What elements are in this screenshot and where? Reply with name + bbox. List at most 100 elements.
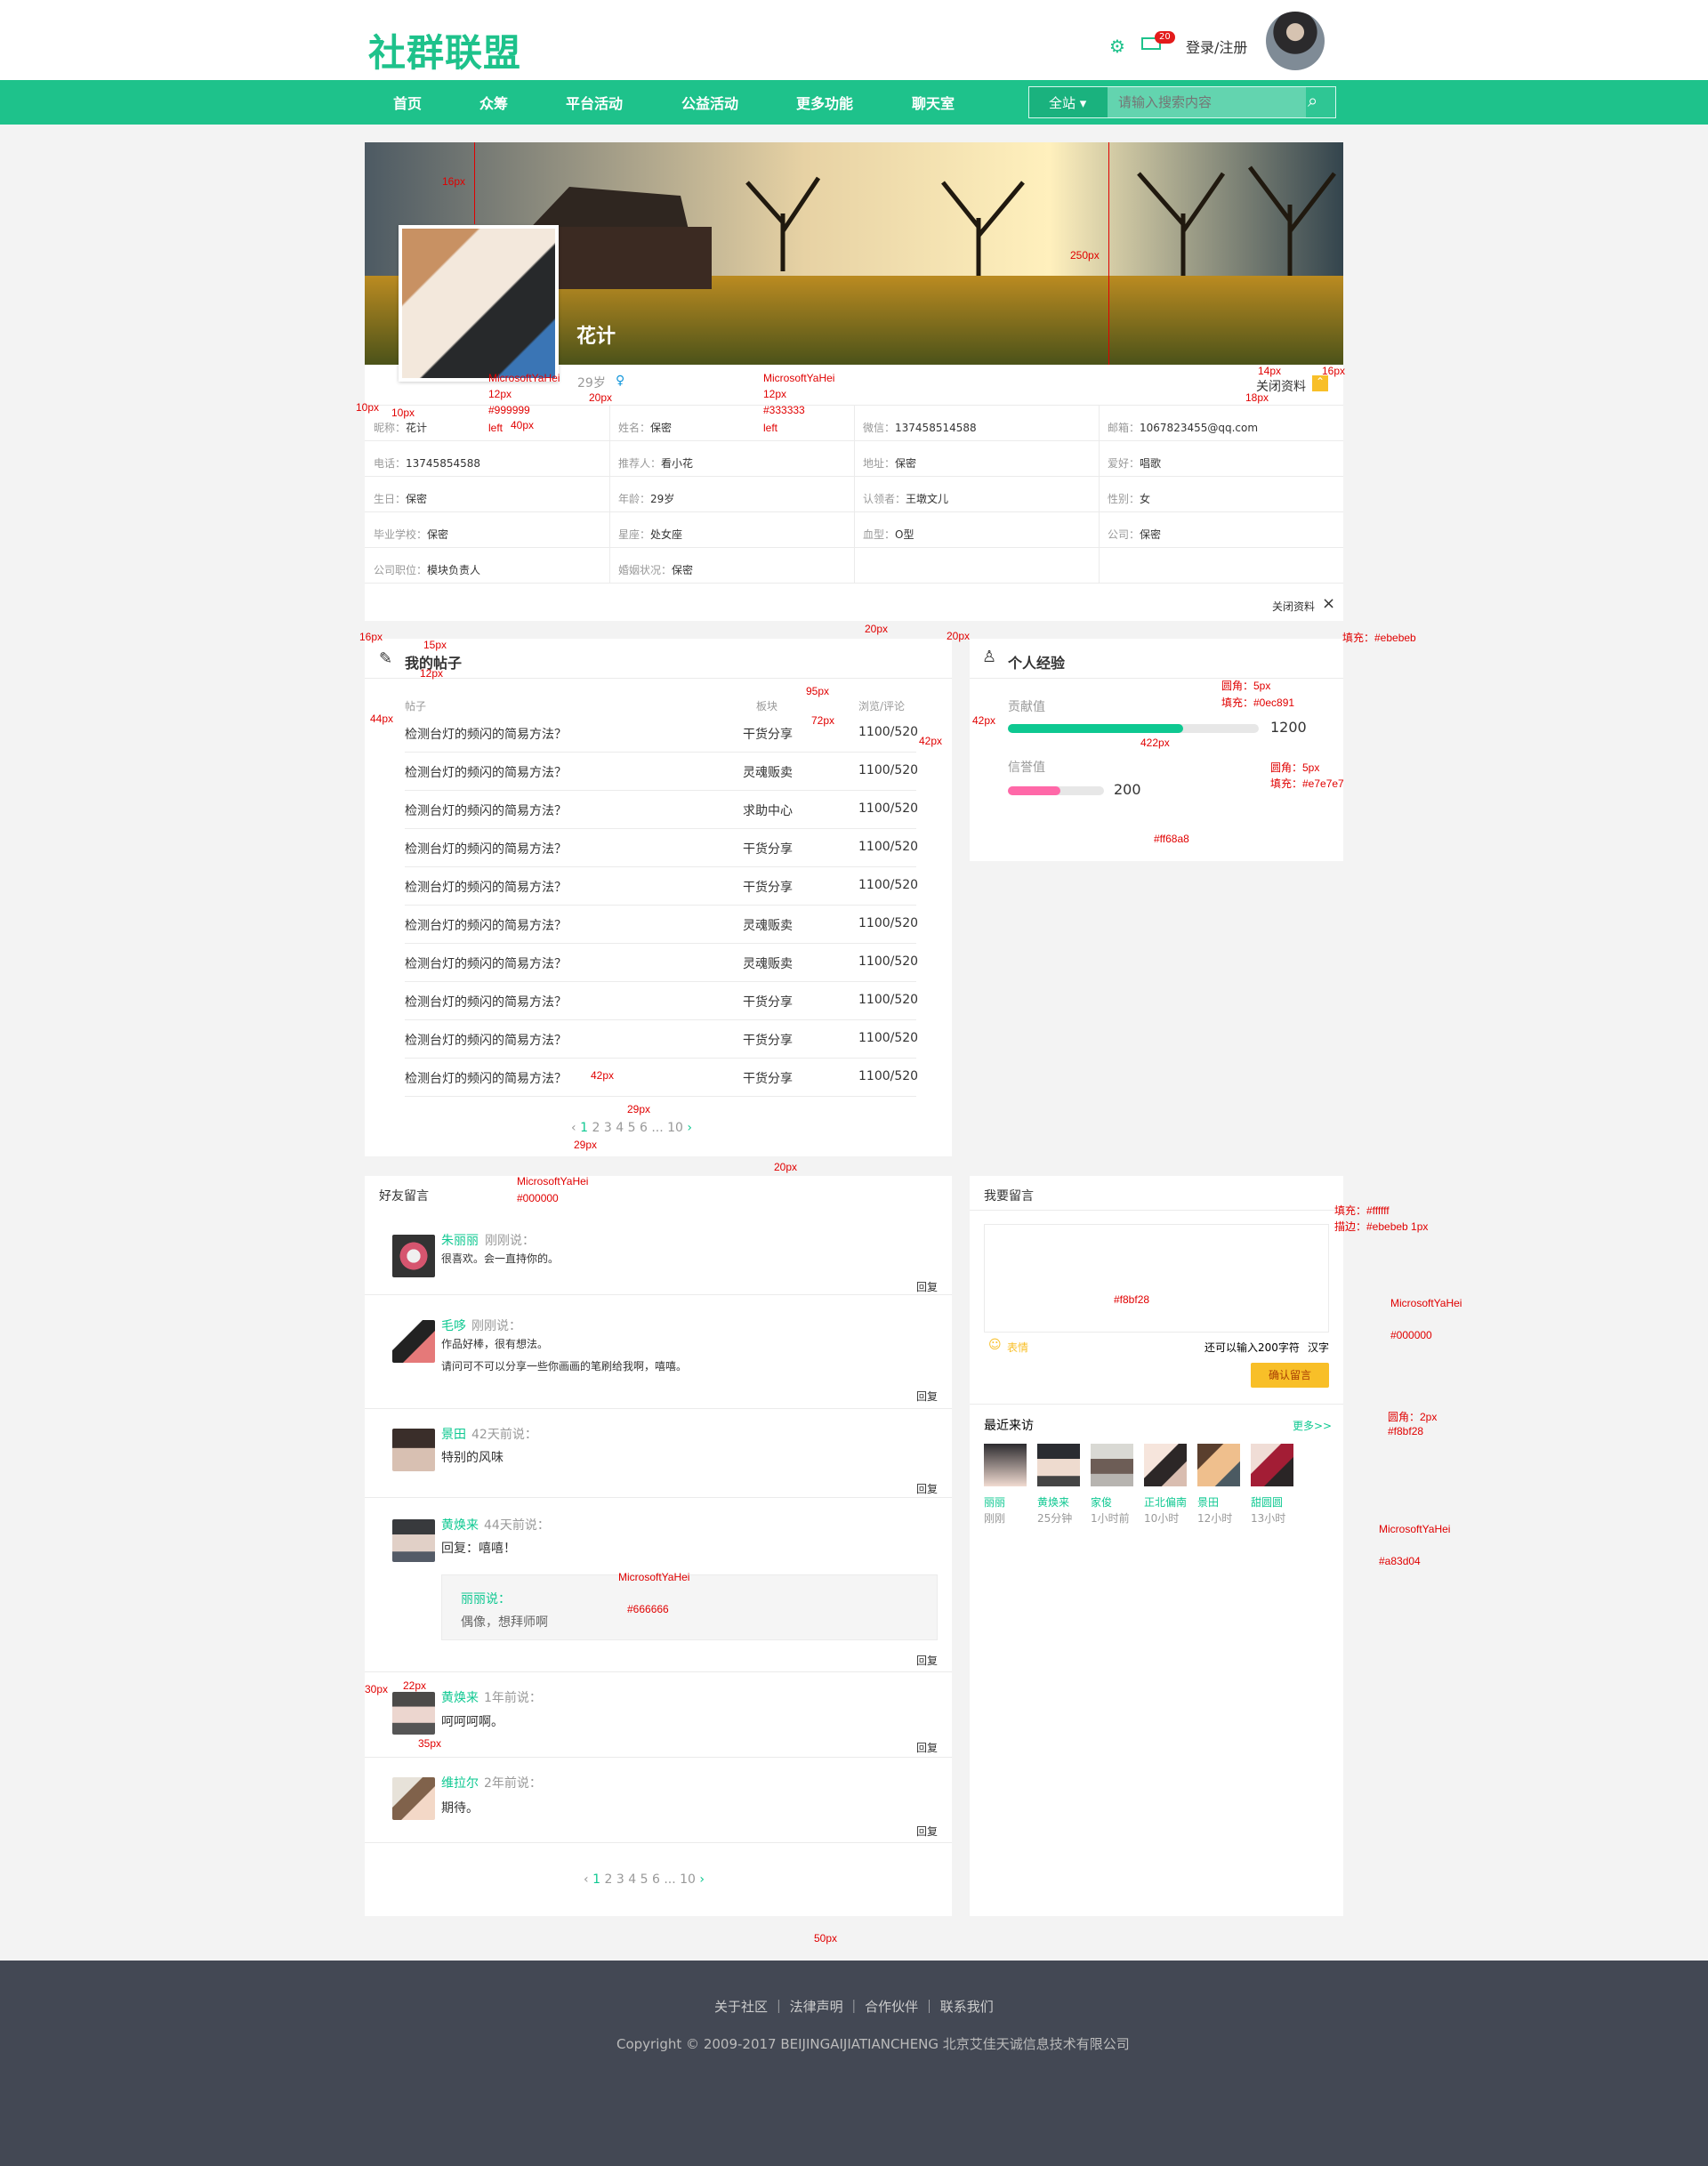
message-time: 刚刚说： bbox=[471, 1319, 521, 1333]
visitor-name[interactable]: 丽丽 bbox=[984, 1494, 1005, 1510]
post-row[interactable]: 检测台灯的频闪的简易方法？ 灵魂贩卖 1100/520 bbox=[405, 906, 918, 944]
reply-button[interactable]: 回复 bbox=[916, 1481, 938, 1496]
post-row[interactable]: 检测台灯的频闪的简易方法？ 干货分享 1100/520 bbox=[405, 714, 918, 753]
profile-age: 29岁 bbox=[577, 376, 606, 391]
user-avatar[interactable] bbox=[1266, 12, 1325, 70]
message-avatar[interactable] bbox=[392, 1777, 435, 1820]
info-label: 性别：女 bbox=[1108, 493, 1151, 505]
post-row[interactable]: 检测台灯的频闪的简易方法？ 灵魂贩卖 1100/520 bbox=[405, 753, 918, 791]
contribution-fill bbox=[1008, 724, 1183, 733]
nav-home[interactable]: 首页 bbox=[393, 92, 422, 113]
info-label: 生日：保密 bbox=[374, 493, 428, 505]
post-row[interactable]: 检测台灯的频闪的简易方法？ 求助中心 1100/520 bbox=[405, 791, 918, 829]
search-scope-select[interactable]: 全站 ▾ bbox=[1029, 87, 1108, 117]
message-author[interactable]: 维拉尔 bbox=[441, 1774, 479, 1792]
message-item bbox=[365, 1295, 952, 1409]
visitor-avatar[interactable] bbox=[984, 1444, 1027, 1486]
spacing-annotation: 35px bbox=[418, 1737, 442, 1750]
post-row[interactable]: 检测台灯的频闪的简易方法？ 干货分享 1100/520 bbox=[405, 829, 918, 867]
reply-button[interactable]: 回复 bbox=[916, 1279, 938, 1294]
footer-link-legal[interactable]: 法律声明 bbox=[790, 1999, 843, 2015]
message-author[interactable]: 朱丽丽 bbox=[441, 1231, 479, 1249]
visitor-avatar[interactable] bbox=[1144, 1444, 1187, 1486]
message-author[interactable]: 毛哆 bbox=[441, 1317, 466, 1334]
visitor-avatar[interactable] bbox=[1091, 1444, 1133, 1486]
more-visitors-link[interactable]: 更多>> bbox=[1293, 1418, 1332, 1433]
radius-annotation: 圆角：5px bbox=[1270, 761, 1320, 774]
spacing-annotation: 29px bbox=[574, 1139, 598, 1151]
reply-button[interactable]: 回复 bbox=[916, 1740, 938, 1755]
reply-button[interactable]: 回复 bbox=[916, 1653, 938, 1668]
nav-chat-room[interactable]: 聊天室 bbox=[912, 92, 955, 113]
reply-button[interactable]: 回复 bbox=[916, 1389, 938, 1404]
spacing-annotation: 422px bbox=[1140, 737, 1170, 749]
search-input[interactable] bbox=[1108, 87, 1306, 117]
font-size-annotation: 12px bbox=[488, 388, 512, 400]
message-text: 作品好棒，很有想法。 bbox=[441, 1338, 549, 1350]
visitor-time: 10小时 bbox=[1144, 1512, 1180, 1525]
post-row[interactable]: 检测台灯的频闪的简易方法？ 干货分享 1100/520 bbox=[405, 982, 918, 1020]
visitor-name[interactable]: 黄焕来 bbox=[1037, 1494, 1069, 1510]
info-label: 电话：13745854588 bbox=[374, 457, 480, 470]
character-counter: 还可以输入200字符 bbox=[1204, 1341, 1300, 1354]
visitor-avatar[interactable] bbox=[1251, 1444, 1293, 1486]
nav-platform-activities[interactable]: 平台活动 bbox=[566, 92, 623, 113]
message-textarea[interactable] bbox=[984, 1224, 1329, 1333]
search-icon[interactable]: ⌕ bbox=[1308, 90, 1331, 113]
post-row[interactable]: 检测台灯的频闪的简易方法？ 干货分享 1100/520 bbox=[405, 1020, 918, 1059]
footer-link-partners[interactable]: 合作伙伴 bbox=[865, 1999, 918, 2015]
post-row[interactable]: 检测台灯的频闪的简易方法？ 灵魂贩卖 1100/520 bbox=[405, 944, 918, 982]
spacing-annotation: 50px bbox=[814, 1932, 838, 1945]
message-text: 请问可不可以分享一些你画画的笔刷给我啊，嘻嘻。 bbox=[441, 1360, 688, 1373]
emoji-button[interactable]: 表情 bbox=[1007, 1340, 1028, 1355]
message-avatar[interactable] bbox=[392, 1519, 435, 1562]
info-label: 昵称：花计 bbox=[374, 422, 428, 434]
reply-button[interactable]: 回复 bbox=[916, 1824, 938, 1839]
nav-more-features[interactable]: 更多功能 bbox=[796, 92, 853, 113]
posts-pagination[interactable]: ‹ 1 2 3 4 5 6 ... 10 › bbox=[571, 1121, 692, 1135]
message-text: 很喜欢。会一直持你的。 bbox=[441, 1252, 560, 1265]
message-author[interactable]: 景田 bbox=[441, 1425, 466, 1443]
site-logo[interactable]: 社群联盟 bbox=[368, 23, 521, 77]
credit-value: 200 bbox=[1114, 781, 1141, 798]
message-author[interactable]: 黄焕来 bbox=[441, 1516, 479, 1534]
login-register-link[interactable]: 登录/注册 bbox=[1186, 36, 1247, 57]
nav-crowdfunding[interactable]: 众筹 bbox=[479, 92, 508, 113]
footer-link-contact[interactable]: 联系我们 bbox=[940, 1999, 994, 2015]
footer-link-about[interactable]: 关于社区 bbox=[714, 1999, 768, 2015]
post-row[interactable]: 检测台灯的频闪的简易方法？ 干货分享 1100/520 bbox=[405, 867, 918, 906]
settings-icon[interactable]: ⚙ bbox=[1109, 36, 1125, 57]
nav-charity-activities[interactable]: 公益活动 bbox=[681, 92, 738, 113]
close-profile-bottom[interactable]: 关闭资料 bbox=[1272, 599, 1315, 614]
close-icon[interactable]: × bbox=[1322, 594, 1335, 613]
visitor-name[interactable]: 甜圆圆 bbox=[1251, 1494, 1283, 1510]
spacing-annotation: 15px bbox=[423, 639, 447, 651]
font-annotation: MicrosoftYaHei bbox=[763, 372, 835, 384]
message-author[interactable]: 黄焕来 bbox=[441, 1688, 479, 1706]
spacing-annotation: 44px bbox=[370, 713, 394, 725]
info-label: 婚姻状况：保密 bbox=[618, 564, 694, 576]
spacing-annotation: 42px bbox=[591, 1069, 615, 1082]
spacing-annotation: 30px bbox=[365, 1683, 389, 1695]
visitor-avatar[interactable] bbox=[1037, 1444, 1080, 1486]
info-label: 血型：O型 bbox=[863, 528, 914, 541]
visitor-name[interactable]: 景田 bbox=[1197, 1494, 1219, 1510]
post-row[interactable]: 检测台灯的频闪的简易方法？ 干货分享 1100/520 bbox=[405, 1059, 918, 1097]
credit-label: 信誉值 bbox=[1008, 761, 1045, 775]
experience-icon: ♙ bbox=[982, 648, 997, 666]
collapse-icon[interactable]: ⌃ bbox=[1312, 375, 1328, 391]
profile-avatar[interactable] bbox=[399, 225, 559, 382]
message-avatar[interactable] bbox=[392, 1429, 435, 1471]
visitor-avatar[interactable] bbox=[1197, 1444, 1240, 1486]
message-time: 1年前说： bbox=[484, 1691, 542, 1705]
radius-annotation: 圆角：5px bbox=[1221, 680, 1271, 692]
submit-message-button[interactable]: 确认留言 bbox=[1251, 1363, 1329, 1388]
emoji-icon[interactable]: ☺ bbox=[988, 1338, 1002, 1352]
message-avatar[interactable] bbox=[392, 1692, 435, 1735]
visitor-name[interactable]: 正北偏南 bbox=[1144, 1494, 1187, 1510]
messages-pagination[interactable]: ‹ 1 2 3 4 5 6 ... 10 › bbox=[584, 1872, 705, 1887]
message-avatar[interactable] bbox=[392, 1320, 435, 1363]
message-avatar[interactable] bbox=[392, 1235, 435, 1277]
visitor-name[interactable]: 家俊 bbox=[1091, 1494, 1112, 1510]
font-size-annotation: 12px bbox=[763, 388, 787, 400]
